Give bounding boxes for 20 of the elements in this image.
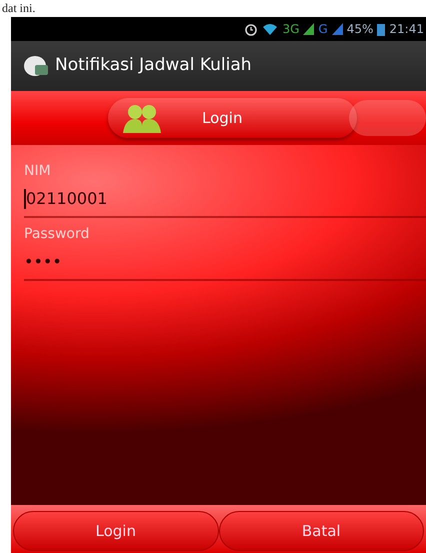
wifi-icon	[262, 22, 278, 36]
document-text: dat ini.	[1, 0, 36, 16]
clock: 21:41	[389, 21, 424, 38]
cancel-button[interactable]: Batal	[218, 511, 424, 551]
signal-icon	[332, 23, 343, 35]
app-icon	[23, 53, 49, 79]
network-type: 3G	[282, 21, 300, 38]
alarm-icon	[244, 22, 258, 36]
battery-percent: 45%	[346, 21, 374, 38]
users-icon	[122, 102, 162, 134]
app-title: Notifikasi Jadwal Kuliah	[55, 54, 252, 78]
signal-icon	[303, 23, 314, 35]
field-label: NIM	[24, 162, 52, 181]
input-field[interactable]: 02110001	[26, 187, 426, 211]
login-button[interactable]: Login	[13, 511, 218, 551]
battery-icon	[377, 22, 386, 36]
input-field[interactable]: ••••	[24, 250, 426, 274]
tab[interactable]: Login	[108, 98, 358, 138]
field-label: Password	[24, 225, 90, 244]
network-type: G	[318, 21, 328, 38]
